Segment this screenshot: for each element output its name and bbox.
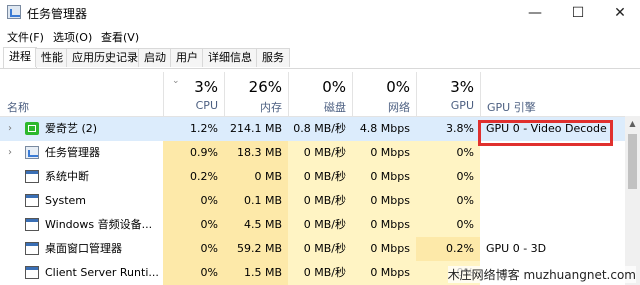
disk-value: 0 MB/秒 bbox=[288, 213, 352, 237]
process-name: System bbox=[45, 194, 87, 207]
disk-value: 0 MB/秒 bbox=[288, 189, 352, 213]
memory-value: 0.1 MB bbox=[224, 189, 288, 213]
network-value: 0 Mbps bbox=[352, 165, 416, 189]
tab-users[interactable]: 用户 bbox=[170, 48, 204, 67]
gpu-value: 3.8% bbox=[446, 122, 474, 135]
col-disk-pct: 0% bbox=[322, 78, 346, 96]
network-value: 0 Mbps bbox=[352, 189, 416, 213]
cpu-value: 0.9% bbox=[163, 141, 224, 165]
col-cpu-label: CPU bbox=[195, 99, 218, 112]
col-name-label: 名称 bbox=[7, 101, 29, 114]
sort-chevron-icon: ⌄ bbox=[172, 76, 180, 86]
col-memory-header[interactable]: 26% 内存 bbox=[224, 72, 288, 116]
col-gpu-engine-header[interactable]: GPU 引擎 bbox=[480, 72, 625, 116]
scroll-up-arrow-icon[interactable]: ▲ bbox=[625, 116, 640, 131]
tab-bar: 进程 性能 应用历史记录 启动 用户 详细信息 服务 bbox=[0, 46, 640, 69]
disk-value: 0 MB/秒 bbox=[288, 165, 352, 189]
maximize-button[interactable]: ☐ bbox=[563, 2, 593, 24]
gpu-value: 0% bbox=[416, 165, 480, 189]
col-network-label: 网络 bbox=[388, 101, 410, 114]
cpu-value: 0% bbox=[163, 261, 224, 285]
scroll-thumb[interactable] bbox=[628, 134, 637, 189]
process-row-desktop-window-manager[interactable]: 桌面窗口管理器 0% 59.2 MB 0 MB/秒 0 Mbps 0.2% GP… bbox=[0, 237, 625, 261]
gpu-value: 0% bbox=[416, 189, 480, 213]
col-gpu-label: GPU bbox=[450, 99, 474, 112]
network-value: 4.8 Mbps bbox=[359, 122, 410, 135]
task-manager-app-icon bbox=[7, 5, 21, 19]
memory-value: 4.5 MB bbox=[224, 213, 288, 237]
memory-value: 214.1 MB bbox=[229, 122, 282, 135]
memory-value: 59.2 MB bbox=[224, 237, 288, 261]
col-cpu-pct: 3% bbox=[194, 78, 218, 96]
memory-value: 1.5 MB bbox=[224, 261, 288, 285]
title-bar: 任务管理器 — ☐ ✕ bbox=[0, 0, 640, 26]
memory-value: 18.3 MB bbox=[224, 141, 288, 165]
disk-value: 0 MB/秒 bbox=[288, 261, 352, 285]
process-name: 桌面窗口管理器 bbox=[45, 242, 122, 255]
col-disk-header[interactable]: 0% 磁盘 bbox=[288, 72, 352, 116]
tab-details[interactable]: 详细信息 bbox=[202, 48, 258, 67]
vertical-scrollbar[interactable]: ▲ bbox=[625, 116, 640, 285]
process-name: Windows 音频设备... bbox=[45, 218, 153, 231]
tab-performance[interactable]: 性能 bbox=[35, 48, 69, 67]
col-cpu-header[interactable]: ⌄ 3% CPU bbox=[163, 72, 224, 116]
process-name: 任务管理器 bbox=[45, 146, 100, 159]
memory-value: 0 MB bbox=[224, 165, 288, 189]
process-name: 爱奇艺 (2) bbox=[45, 122, 98, 135]
gpu-engine-value bbox=[486, 213, 625, 237]
gpu-value: 0.2% bbox=[416, 237, 480, 261]
col-name-header[interactable]: 名称 bbox=[0, 72, 163, 116]
gpu-value: 0% bbox=[416, 213, 480, 237]
gpu-engine-value bbox=[486, 189, 625, 213]
cpu-value: 1.2% bbox=[190, 122, 218, 135]
process-name: Client Server Runti... bbox=[45, 266, 159, 279]
cpu-value: 0% bbox=[163, 237, 224, 261]
col-memory-pct: 26% bbox=[248, 78, 282, 96]
menu-bar: 文件(F) 选项(O) 查看(V) bbox=[0, 26, 640, 46]
network-value: 0 Mbps bbox=[352, 261, 416, 285]
gpu-engine-value: GPU 0 - 3D bbox=[486, 242, 547, 255]
col-gpu-pct: 3% bbox=[450, 78, 474, 96]
tab-processes[interactable]: 进程 bbox=[3, 47, 37, 68]
gpu-engine-value bbox=[486, 165, 625, 189]
tab-app-history[interactable]: 应用历史记录 bbox=[66, 48, 144, 67]
col-disk-label: 磁盘 bbox=[324, 101, 346, 114]
column-header: 名称 ⌄ 3% CPU 26% 内存 0% 磁盘 0% 网络 3% GPU GP… bbox=[0, 72, 625, 117]
tab-services[interactable]: 服务 bbox=[256, 48, 290, 67]
col-memory-label: 内存 bbox=[260, 101, 282, 114]
col-network-pct: 0% bbox=[386, 78, 410, 96]
cpu-value: 0% bbox=[163, 189, 224, 213]
process-name: 系统中断 bbox=[45, 170, 89, 183]
close-button[interactable]: ✕ bbox=[605, 2, 635, 24]
network-value: 0 Mbps bbox=[352, 141, 416, 165]
tab-startup[interactable]: 启动 bbox=[138, 48, 172, 67]
disk-value: 0 MB/秒 bbox=[288, 141, 352, 165]
gpu-engine-highlight-box bbox=[478, 120, 613, 146]
cpu-value: 0% bbox=[163, 213, 224, 237]
disk-value: 0 MB/秒 bbox=[288, 237, 352, 261]
network-value: 0 Mbps bbox=[352, 213, 416, 237]
network-value: 0 Mbps bbox=[352, 237, 416, 261]
col-network-header[interactable]: 0% 网络 bbox=[352, 72, 416, 116]
menu-file[interactable]: 文件(F) bbox=[7, 29, 44, 45]
menu-options[interactable]: 选项(O) bbox=[53, 29, 92, 45]
col-gpu-engine-label: GPU 引擎 bbox=[487, 101, 536, 114]
col-gpu-header[interactable]: 3% GPU bbox=[416, 72, 480, 116]
window-title: 任务管理器 bbox=[27, 7, 88, 21]
watermark: 木庄网络博客 muzhuangnet.com bbox=[447, 266, 636, 283]
cpu-value: 0.2% bbox=[163, 165, 224, 189]
minimize-button[interactable]: — bbox=[520, 2, 550, 24]
gpu-value: 0% bbox=[416, 141, 480, 165]
process-row-system[interactable]: System 0% 0.1 MB 0 MB/秒 0 Mbps 0% bbox=[0, 189, 625, 213]
disk-value: 0.8 MB/秒 bbox=[293, 122, 346, 135]
process-row-windows-audio[interactable]: Windows 音频设备... 0% 4.5 MB 0 MB/秒 0 Mbps … bbox=[0, 213, 625, 237]
process-row-system-interrupts[interactable]: 系统中断 0.2% 0 MB 0 MB/秒 0 Mbps 0% bbox=[0, 165, 625, 189]
menu-view[interactable]: 查看(V) bbox=[101, 29, 139, 45]
